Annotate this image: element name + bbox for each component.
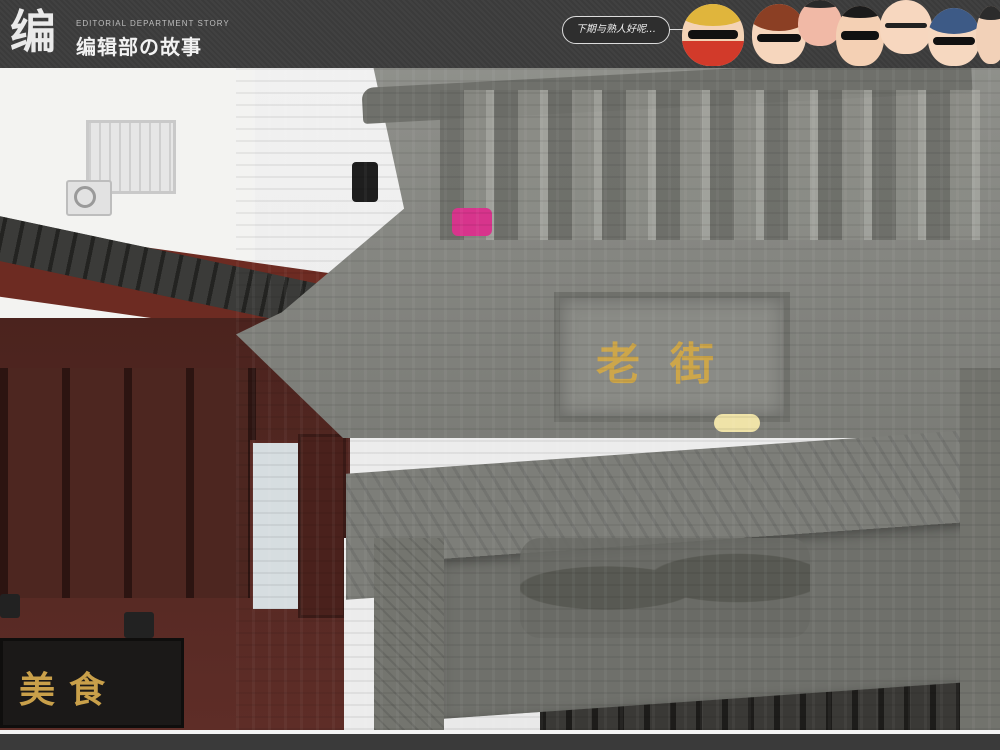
logo-subtitle: EDITORIAL DEPARTMENT STORY xyxy=(76,19,230,28)
avatar-edge[interactable] xyxy=(976,6,1000,64)
plaque-text: 老街 xyxy=(596,339,744,390)
photo-panel: 美食 老街 xyxy=(0,68,1000,730)
header-bar: 编 EDITORIAL DEPARTMENT STORY 编辑部の故事 下期与熟… xyxy=(0,0,1000,68)
pink-object xyxy=(452,208,492,236)
avatar-bandana[interactable] xyxy=(682,4,744,66)
dragon-relief xyxy=(520,538,810,638)
avatar-glasses-man[interactable] xyxy=(836,6,884,66)
yellow-lamp xyxy=(714,414,760,432)
shop-sign-text: 美食 xyxy=(19,669,120,711)
lantern xyxy=(352,162,378,202)
fan-icon xyxy=(74,186,96,208)
window-shutter xyxy=(298,434,346,618)
avatar-blue-hair[interactable] xyxy=(928,8,980,66)
carved-brackets xyxy=(440,90,980,240)
speech-bubble: 下期与熟人好呢… xyxy=(562,16,683,44)
stone-pillar-left xyxy=(374,538,444,730)
stone-pillar-right xyxy=(960,368,1000,730)
shop-sign: 美食 xyxy=(0,638,184,728)
open-window xyxy=(250,440,302,612)
spot-lamp xyxy=(0,594,20,618)
avatar-bald-man[interactable] xyxy=(880,0,932,54)
lattice-windows xyxy=(0,368,260,598)
archway-plaque: 老街 xyxy=(554,292,790,422)
logo-mark[interactable]: 编 xyxy=(10,6,72,58)
footer-bar xyxy=(0,730,1000,750)
spot-lamp xyxy=(124,612,154,638)
logo-title[interactable]: 编辑部の故事 xyxy=(76,31,202,60)
avatar-strip xyxy=(680,0,1000,68)
